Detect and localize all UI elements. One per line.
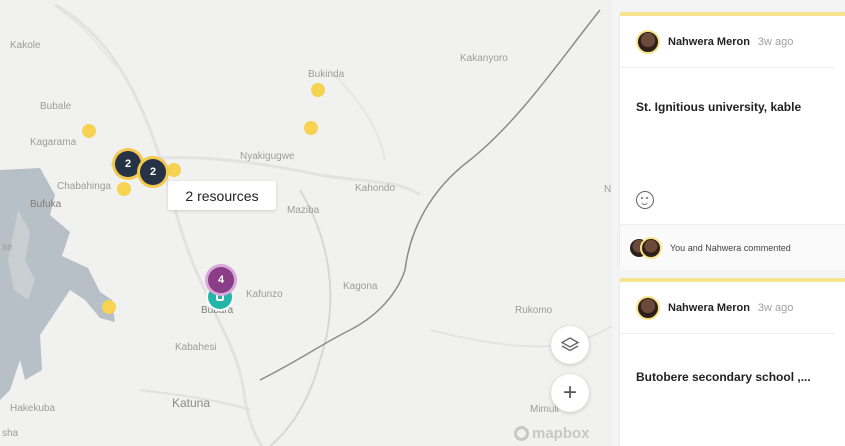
cluster-marker[interactable]: 2 — [115, 151, 141, 177]
place-label-chabahinga: Chabahinga — [57, 181, 111, 192]
mapbox-icon — [514, 426, 529, 441]
place-label-bukinda: Bukinda — [308, 69, 345, 80]
comment-header: Nahwera Meron 3w ago — [620, 16, 835, 68]
comment-time: 3w ago — [757, 301, 794, 314]
resource-marker[interactable] — [102, 300, 116, 314]
cluster-marker-purple[interactable]: 4 — [208, 267, 234, 293]
place-label-katuna: Katuna — [172, 396, 211, 410]
place-label-se: se — [2, 242, 13, 253]
layers-icon — [560, 337, 580, 352]
place-label-n: N — [604, 184, 612, 195]
resource-marker[interactable] — [304, 121, 318, 135]
comment-time: 3w ago — [757, 35, 794, 48]
comment-text: St. Ignitious university, kable — [636, 100, 802, 114]
comment-card[interactable]: Nahwera Meron 3w ago St. Ignitious unive… — [620, 12, 845, 270]
avatar[interactable] — [636, 295, 660, 320]
mapbox-wordmark: mapbox — [532, 425, 590, 442]
mapbox-logo: mapbox — [514, 425, 590, 442]
resource-icon — [216, 293, 224, 301]
comment-author[interactable]: Nahwera Meron — [668, 36, 750, 48]
place-label-kakole: Kakole — [10, 40, 41, 51]
resource-marker[interactable] — [82, 124, 96, 138]
place-label-hakekuba: Hakekuba — [10, 403, 56, 414]
cluster-count: 2 — [124, 158, 132, 170]
place-label-kahondo: Kahondo — [355, 183, 396, 194]
cluster-count: 4 — [217, 274, 225, 286]
zoom-in-button[interactable]: + — [551, 374, 589, 412]
place-label-bufuka: Bufuka — [30, 199, 62, 210]
comment-author[interactable]: Nahwera Meron — [668, 302, 750, 314]
place-label-kagona: Kagona — [343, 281, 378, 292]
cluster-marker[interactable]: 2 — [140, 159, 166, 185]
place-label-nyakigugwe: Nyakigugwe — [240, 151, 295, 162]
resource-marker[interactable] — [167, 163, 181, 177]
comment-card[interactable]: Nahwera Meron 3w ago Butobere secondary … — [620, 278, 845, 446]
place-label-maziba: Maziba — [287, 205, 320, 216]
place-label-kakanyoro: Kakanyoro — [460, 53, 508, 64]
comments-panel: Nahwera Meron 3w ago St. Ignitious unive… — [612, 0, 845, 446]
comment-header: Nahwera Meron 3w ago — [620, 282, 835, 334]
smiley-icon[interactable] — [636, 191, 654, 209]
map-view[interactable]: Kakole Kakanyoro Bukinda Bubale Kagarama… — [0, 0, 612, 446]
place-label-sha: sha — [2, 428, 19, 439]
app-root: Kakole Kakanyoro Bukinda Bubale Kagarama… — [0, 0, 845, 446]
map-tooltip: 2 resources — [168, 181, 276, 210]
map-terrain — [0, 3, 612, 446]
avatar[interactable] — [636, 29, 660, 54]
layers-button[interactable] — [551, 326, 589, 364]
resource-marker[interactable] — [311, 83, 325, 97]
place-label-kagarama: Kagarama — [30, 137, 77, 148]
commenters-summary: You and Nahwera commented — [670, 242, 791, 253]
place-label-kabahesi: Kabahesi — [175, 342, 217, 353]
comment-text: Butobere secondary school ,... — [636, 370, 811, 384]
place-label-rukomo: Rukomo — [515, 305, 553, 316]
place-label-kafunzo: Kafunzo — [246, 289, 283, 300]
avatar — [640, 236, 662, 259]
place-label-mimuli: Mimuli — [530, 404, 559, 415]
resource-marker[interactable] — [117, 182, 131, 196]
cluster-count: 2 — [149, 166, 157, 178]
place-label-bubale: Bubale — [40, 101, 72, 112]
comment-footer[interactable]: You and Nahwera commented — [620, 224, 845, 270]
